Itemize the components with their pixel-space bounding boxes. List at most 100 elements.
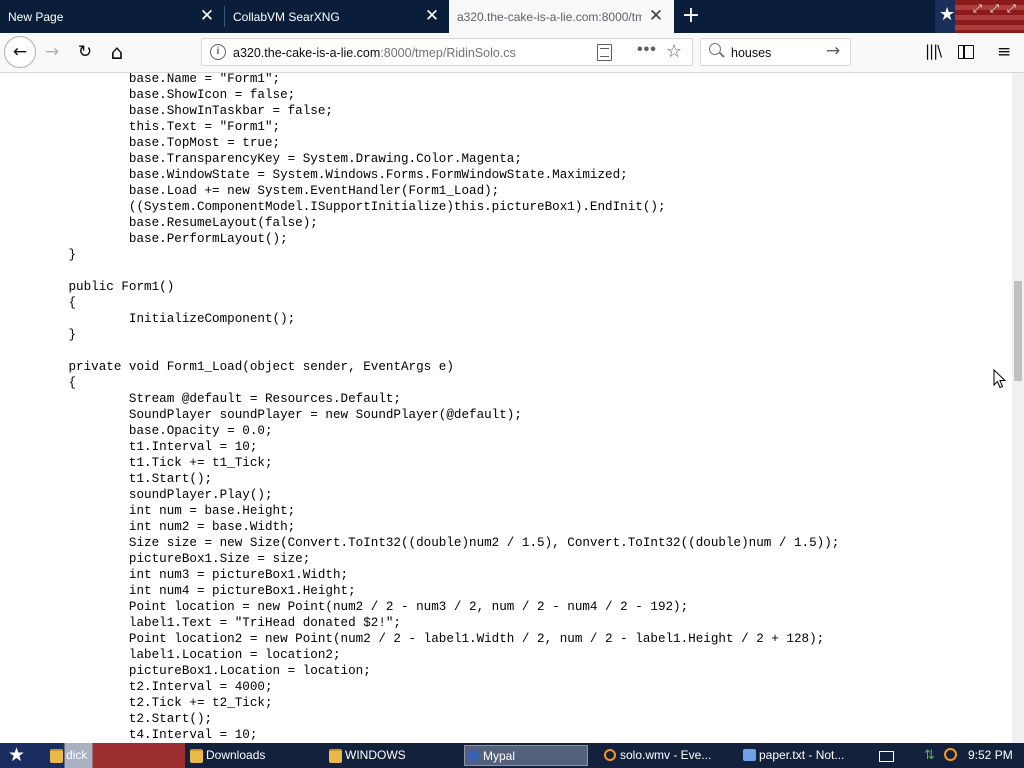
reader-view-icon[interactable] xyxy=(597,44,612,61)
search-tray-icon[interactable] xyxy=(944,748,957,761)
code-line: InitializeComponent(); xyxy=(8,312,296,326)
taskbar-item-downloads[interactable]: Downloads xyxy=(188,745,318,766)
search-bar[interactable]: houses → xyxy=(700,38,851,66)
code-line: t2.Start(); xyxy=(8,712,213,726)
code-line: pictureBox1.Size = size; xyxy=(8,552,311,566)
close-icon[interactable]: ✕ xyxy=(423,7,441,25)
code-line: base.WindowState = System.Windows.Forms.… xyxy=(8,168,628,182)
taskbar-item-label: paper.txt - Not... xyxy=(759,748,845,762)
tab-ridinsolo[interactable]: a320.the-cake-is-a-lie.com:8000/tmep ✕ xyxy=(449,0,674,33)
close-window-button[interactable]: ⤢ xyxy=(1007,3,1016,16)
navigation-toolbar: ← → ↻ ⌂ i a320.the-cake-is-a-lie.com:800… xyxy=(0,33,1024,73)
code-line: base.ShowInTaskbar = false; xyxy=(8,104,333,118)
url-text[interactable]: a320.the-cake-is-a-lie.com:8000/tmep/Rid… xyxy=(233,46,516,60)
code-line: base.ResumeLayout(false); xyxy=(8,216,318,230)
code-line: int num = base.Height; xyxy=(8,504,296,518)
menu-icon[interactable]: ≡ xyxy=(997,42,1011,62)
home-button[interactable]: ⌂ xyxy=(103,38,131,66)
page-actions-icon[interactable]: ••• xyxy=(637,41,657,59)
search-input[interactable]: houses xyxy=(731,46,771,60)
taskbar-item-mypal[interactable]: Mypal xyxy=(464,745,588,766)
code-line: label1.Text = "TriHead donated $2!"; xyxy=(8,616,401,630)
code-line: this.Text = "Form1"; xyxy=(8,120,281,134)
code-line: soundPlayer.Play(); xyxy=(8,488,273,502)
tab-new-page[interactable]: New Page ✕ xyxy=(0,0,224,33)
browser-icon xyxy=(467,750,480,762)
taskbar-item-everything[interactable]: solo.wmv - Eve... xyxy=(602,745,732,766)
keyboard-icon[interactable] xyxy=(879,751,894,762)
sidebar-icon[interactable] xyxy=(958,45,974,59)
back-button[interactable]: ← xyxy=(4,36,36,68)
url-bar[interactable]: i a320.the-cake-is-a-lie.com:8000/tmep/R… xyxy=(201,38,693,66)
page-content[interactable]: base.Name = "Form1"; base.ShowIcon = fal… xyxy=(0,73,1012,743)
code-line: ((System.ComponentModel.ISupportInitiali… xyxy=(8,200,666,214)
code-line: int num3 = pictureBox1.Width; xyxy=(8,568,349,582)
close-icon[interactable]: ✕ xyxy=(647,7,665,25)
code-line: } xyxy=(8,248,77,262)
code-line: label1.Location = location2; xyxy=(8,648,341,662)
code-line: t2.Tick += t2_Tick; xyxy=(8,696,273,710)
search-go-icon[interactable]: → xyxy=(826,41,840,61)
code-line: base.Name = "Form1"; xyxy=(8,73,281,86)
library-icon[interactable]: |||\ xyxy=(925,42,942,60)
maximize-button[interactable]: ⤢ xyxy=(990,3,999,16)
tab-collabvm-searxng[interactable]: CollabVM SearXNG ✕ xyxy=(225,0,449,33)
close-icon[interactable]: ✕ xyxy=(198,7,216,25)
taskbar-item-windows[interactable]: WINDOWS xyxy=(327,745,457,766)
code-line: Size size = new Size(Convert.ToInt32((do… xyxy=(8,536,840,550)
network-tray-icon[interactable]: ⇅ xyxy=(924,747,935,763)
taskbar-item-label: dick xyxy=(66,748,88,762)
code-line: Point location = new Point(num2 / 2 - nu… xyxy=(8,600,689,614)
code-line: base.Opacity = 0.0; xyxy=(8,424,273,438)
bookmark-star-icon[interactable]: ☆ xyxy=(666,41,682,62)
code-line: { xyxy=(8,376,77,390)
clock[interactable]: 9:52 PM xyxy=(968,748,1013,762)
code-line: base.TransparencyKey = System.Drawing.Co… xyxy=(8,152,522,166)
tab-title: CollabVM SearXNG xyxy=(233,10,340,24)
taskbar-item-label: WINDOWS xyxy=(345,748,406,762)
folder-icon xyxy=(50,749,63,763)
forward-button[interactable]: → xyxy=(38,38,66,66)
code-line: base.TopMost = true; xyxy=(8,136,281,150)
tab-strip: New Page ✕ CollabVM SearXNG ✕ a320.the-c… xyxy=(0,0,1024,33)
tab-title: a320.the-cake-is-a-lie.com:8000/tmep xyxy=(457,10,642,24)
code-line: base.ShowIcon = false; xyxy=(8,88,296,102)
code-line: base.PerformLayout(); xyxy=(8,232,288,246)
code-line: t1.Interval = 10; xyxy=(8,440,258,454)
source-code: base.Name = "Form1"; base.ShowIcon = fal… xyxy=(8,73,839,743)
taskbar-item-folder[interactable]: dick xyxy=(48,745,178,766)
code-line: SoundPlayer soundPlayer = new SoundPlaye… xyxy=(8,408,522,422)
code-line: } xyxy=(8,328,77,342)
mouse-cursor-icon xyxy=(993,369,1007,389)
vertical-scrollbar[interactable] xyxy=(1012,73,1024,743)
url-path: :8000/tmep/RidinSolo.cs xyxy=(380,46,516,60)
code-line: private void Form1_Load(object sender, E… xyxy=(8,360,454,374)
new-tab-button[interactable]: + xyxy=(679,5,703,29)
reload-button[interactable]: ↻ xyxy=(71,38,99,66)
titlebar-flag-decoration: ★ ⤢ ⤢ ⤢ xyxy=(935,0,1024,33)
code-line: { xyxy=(8,296,77,310)
code-line: Point location2 = new Point(num2 / 2 - l… xyxy=(8,632,825,646)
folder-icon xyxy=(190,749,203,763)
taskbar-item-notepad[interactable]: paper.txt - Not... xyxy=(741,745,871,766)
start-button[interactable]: ★ xyxy=(8,744,25,767)
search-icon xyxy=(709,43,721,55)
info-icon[interactable]: i xyxy=(210,44,226,60)
taskbar-item-label: Mypal xyxy=(483,749,516,763)
taskbar: ★ dick Downloads WINDOWS Mypal solo.wmv … xyxy=(0,743,1024,768)
code-line: int num2 = base.Width; xyxy=(8,520,296,534)
code-line: public Form1() xyxy=(8,280,175,294)
taskbar-item-label: Downloads xyxy=(206,748,266,762)
code-line: Stream @default = Resources.Default; xyxy=(8,392,401,406)
code-line: base.Load += new System.EventHandler(For… xyxy=(8,184,500,198)
code-line: t1.Start(); xyxy=(8,472,213,486)
code-line: t4.Interval = 10; xyxy=(8,728,258,742)
minimize-button[interactable]: ⤢ xyxy=(973,3,982,16)
scrollbar-thumb[interactable] xyxy=(1014,281,1022,381)
search-icon xyxy=(604,749,616,761)
notepad-icon xyxy=(743,749,756,761)
code-line: t1.Tick += t1_Tick; xyxy=(8,456,273,470)
folder-icon xyxy=(329,749,342,763)
tab-title: New Page xyxy=(8,10,64,24)
taskbar-item-label: solo.wmv - Eve... xyxy=(620,748,712,762)
